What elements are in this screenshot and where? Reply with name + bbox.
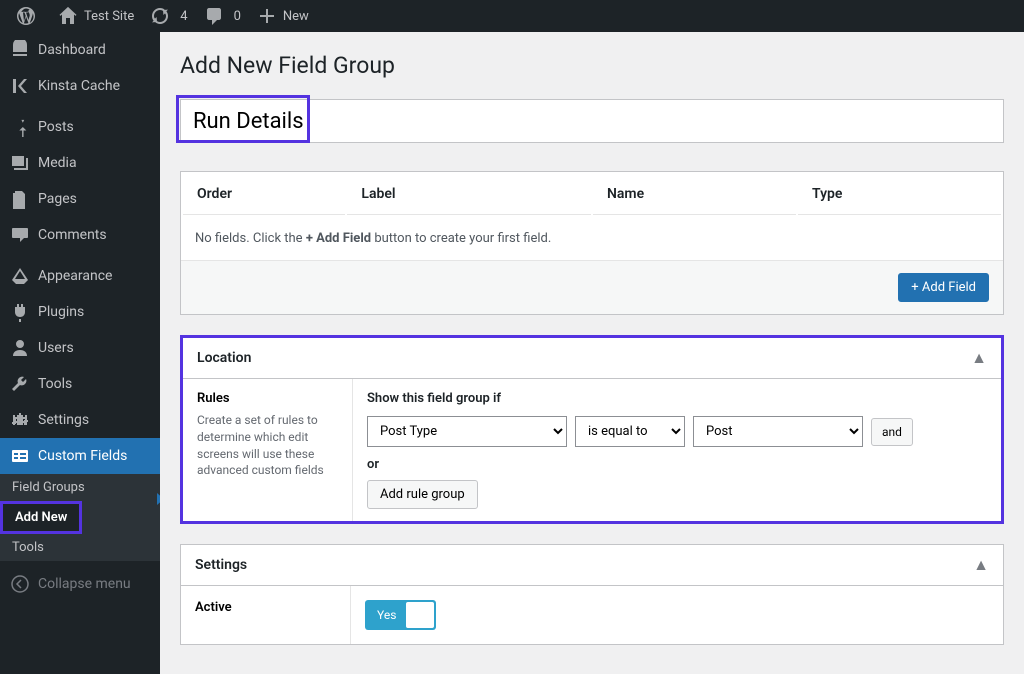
location-rules-sidebar: Rules Create a set of rules to determine… (183, 379, 353, 521)
sidebar-item-plugins[interactable]: Plugins (0, 294, 160, 330)
sidebar-item-kinsta-cache[interactable]: Kinsta Cache (0, 68, 160, 104)
sidebar-item-media[interactable]: Media (0, 145, 160, 181)
col-order: Order (183, 174, 345, 215)
plugins-icon (10, 302, 30, 322)
add-field-button[interactable]: + Add Field (898, 273, 989, 302)
or-label: or (367, 457, 987, 472)
settings-toggle[interactable]: ▲ (973, 555, 989, 575)
home-icon (58, 6, 78, 26)
submenu-field-groups[interactable]: Field Groups (0, 474, 160, 501)
toggle-handle (406, 602, 434, 628)
location-panel: Location ▲ Rules Create a set of rules t… (180, 335, 1004, 524)
settings-title: Settings (195, 557, 247, 573)
wp-logo[interactable] (8, 0, 50, 32)
sidebar-item-pages[interactable]: Pages (0, 181, 160, 217)
rule-and-button[interactable]: and (871, 418, 913, 446)
users-icon (10, 338, 30, 358)
rule-value-select[interactable]: Post (693, 416, 863, 447)
no-fields-message: No fields. Click the + Add Field button … (181, 217, 1003, 261)
plus-icon (257, 6, 277, 26)
appearance-icon (10, 266, 30, 286)
wordpress-icon (16, 6, 36, 26)
fields-table: Order Label Name Type (181, 172, 1003, 217)
rules-description: Create a set of rules to determine which… (197, 412, 338, 479)
comment-icon (204, 6, 224, 26)
rules-heading: Rules (197, 391, 338, 406)
site-name: Test Site (84, 9, 134, 24)
rule-param-select[interactable]: Post Type (367, 416, 567, 447)
sidebar-item-dashboard[interactable]: Dashboard (0, 32, 160, 68)
active-control: Yes (351, 586, 1003, 644)
fields-footer: + Add Field (181, 261, 1003, 314)
settings-icon (10, 410, 30, 430)
custom-fields-icon (10, 446, 30, 466)
admin-bar: Test Site 4 0 New (0, 0, 1024, 32)
dashboard-icon (10, 40, 30, 60)
active-label: Active (181, 586, 351, 644)
main-content: Add New Field Group Run Details Order La… (160, 32, 1024, 674)
settings-body: Active Yes (181, 586, 1003, 644)
rule-row: Post Type is equal to Post and (367, 416, 987, 447)
submenu-tools[interactable]: Tools (0, 534, 160, 561)
field-group-title-wrap: Run Details (180, 99, 1004, 143)
site-name-link[interactable]: Test Site (50, 0, 142, 32)
comments-count: 0 (234, 9, 241, 24)
media-icon (10, 153, 30, 173)
sidebar-item-appearance[interactable]: Appearance (0, 258, 160, 294)
sidebar-item-users[interactable]: Users (0, 330, 160, 366)
sidebar-item-tools[interactable]: Tools (0, 366, 160, 402)
pin-icon (10, 117, 30, 137)
location-rules-main: Show this field group if Post Type is eq… (353, 379, 1001, 521)
col-name: Name (593, 174, 796, 215)
col-type: Type (798, 174, 1001, 215)
collapse-menu[interactable]: Collapse menu (0, 566, 160, 602)
sidebar-item-posts[interactable]: Posts (0, 109, 160, 145)
updates-count: 4 (180, 9, 187, 24)
col-label: Label (347, 174, 591, 215)
field-group-title-input[interactable] (180, 99, 1004, 143)
active-toggle[interactable]: Yes (365, 600, 436, 630)
update-icon (150, 6, 170, 26)
sidebar-item-settings[interactable]: Settings (0, 402, 160, 438)
location-title: Location (197, 350, 251, 366)
add-rule-group-button[interactable]: Add rule group (367, 480, 478, 509)
comments-link[interactable]: 0 (196, 0, 249, 32)
admin-sidebar: Dashboard Kinsta Cache Posts Media Pages… (0, 32, 160, 674)
fields-panel: Order Label Name Type No fields. Click t… (180, 171, 1004, 315)
page-title: Add New Field Group (180, 52, 1004, 79)
location-header: Location ▲ (183, 338, 1001, 379)
location-toggle[interactable]: ▲ (971, 348, 987, 368)
new-content-link[interactable]: New (249, 0, 317, 32)
rule-operator-select[interactable]: is equal to (575, 416, 685, 447)
new-label: New (283, 9, 309, 24)
updates-link[interactable]: 4 (142, 0, 195, 32)
custom-fields-submenu: Field Groups Add New Tools (0, 474, 160, 561)
settings-panel: Settings ▲ Active Yes (180, 544, 1004, 645)
pages-icon (10, 189, 30, 209)
submenu-add-new[interactable]: Add New (0, 501, 82, 534)
comments-icon (10, 225, 30, 245)
tools-icon (10, 374, 30, 394)
settings-header: Settings ▲ (181, 545, 1003, 586)
sidebar-item-comments[interactable]: Comments (0, 217, 160, 253)
sidebar-item-custom-fields[interactable]: Custom Fields (0, 438, 160, 474)
toggle-yes-label: Yes (367, 608, 406, 622)
show-if-label: Show this field group if (367, 391, 987, 406)
location-body: Rules Create a set of rules to determine… (183, 379, 1001, 521)
collapse-icon (10, 574, 30, 594)
kinsta-icon (10, 76, 30, 96)
